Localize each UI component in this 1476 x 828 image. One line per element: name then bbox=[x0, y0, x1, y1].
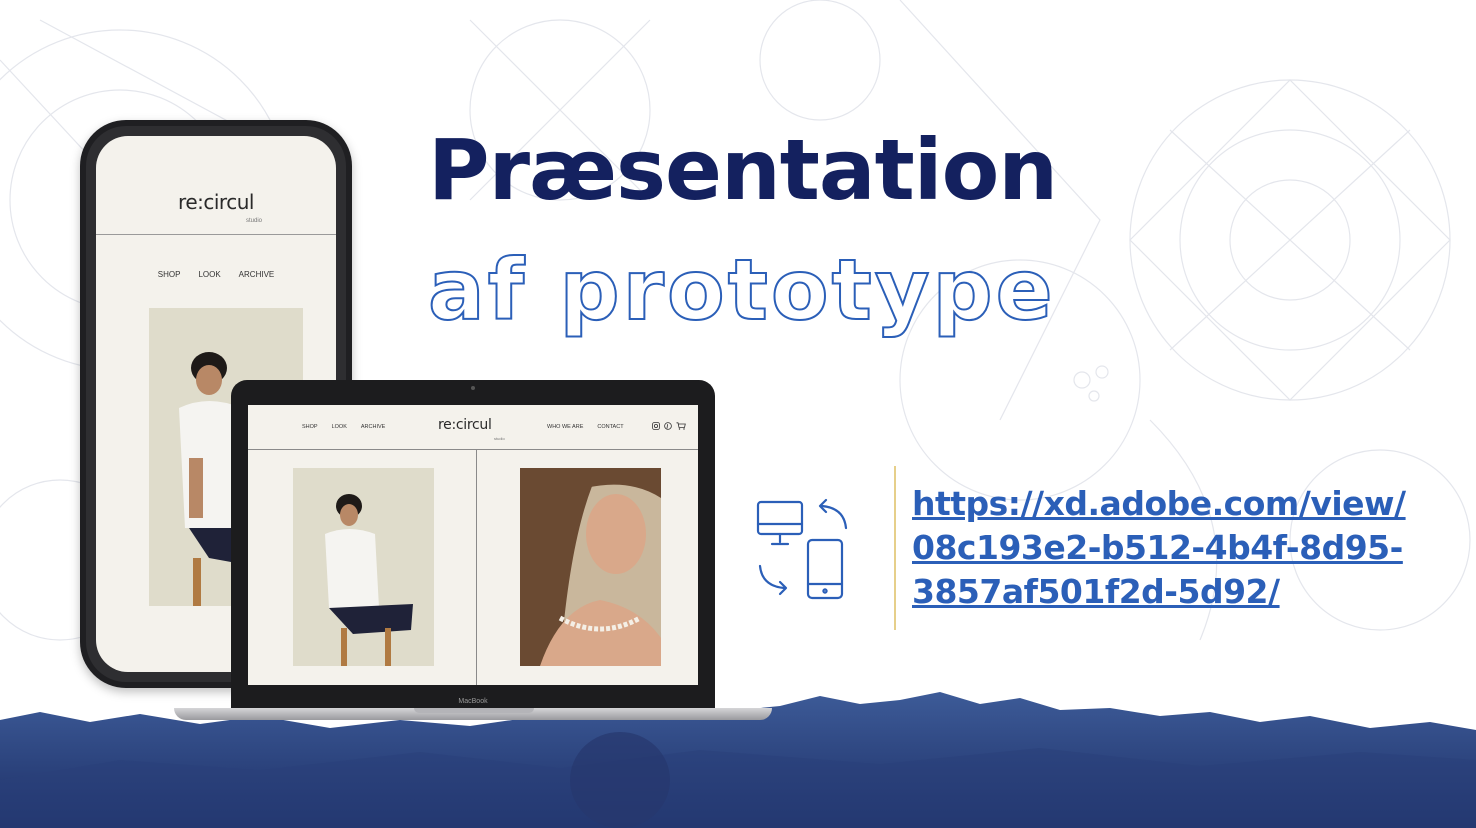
laptop-nav-look[interactable]: LOOK bbox=[332, 424, 347, 430]
laptop-header-divider bbox=[248, 449, 698, 450]
laptop-nav-contact[interactable]: CONTACT bbox=[597, 424, 623, 430]
link-line-1[interactable]: https://xd.adobe.com/view/ bbox=[912, 482, 1452, 526]
laptop-model-photo-woman bbox=[520, 468, 661, 666]
laptop-icon-group bbox=[652, 422, 686, 430]
phone-nav-archive[interactable]: ARCHIVE bbox=[239, 270, 275, 279]
laptop-nav-archive[interactable]: ARCHIVE bbox=[361, 424, 385, 430]
device-sync-icon bbox=[756, 498, 848, 600]
laptop-model-photo-man bbox=[293, 468, 434, 666]
phone-divider bbox=[96, 234, 336, 235]
laptop-camera bbox=[471, 386, 475, 390]
laptop-nav-left: SHOP LOOK ARCHIVE bbox=[302, 424, 385, 430]
laptop-nav-shop[interactable]: SHOP bbox=[302, 424, 318, 430]
link-divider bbox=[894, 466, 896, 630]
laptop-screen: SHOP LOOK ARCHIVE re:circul studio WHO W… bbox=[248, 405, 698, 685]
prototype-link[interactable]: https://xd.adobe.com/view/ 08c193e2-b512… bbox=[912, 482, 1452, 614]
laptop-mockup: SHOP LOOK ARCHIVE re:circul studio WHO W… bbox=[231, 380, 715, 714]
phone-nav-look[interactable]: LOOK bbox=[198, 270, 220, 279]
laptop-nav-who-we-are[interactable]: WHO WE ARE bbox=[547, 424, 583, 430]
phone-nav-shop[interactable]: SHOP bbox=[158, 270, 181, 279]
slide-title: Præsentation bbox=[428, 121, 1058, 219]
phone-brand-logo: re:circul bbox=[178, 190, 254, 214]
slide-subtitle: af prototype bbox=[427, 241, 1056, 339]
instagram-icon[interactable] bbox=[652, 422, 660, 430]
laptop-notch bbox=[414, 708, 534, 713]
laptop-column-divider bbox=[476, 450, 477, 685]
pinterest-icon[interactable] bbox=[664, 422, 672, 430]
laptop-brand-sub: studio bbox=[494, 436, 505, 441]
laptop-chin-label: MacBook bbox=[458, 698, 488, 705]
laptop-nav-right: WHO WE ARE CONTACT bbox=[547, 424, 624, 430]
cart-icon[interactable] bbox=[676, 422, 686, 430]
phone-brand-sub: studio bbox=[246, 218, 263, 224]
link-line-2[interactable]: 08c193e2-b512-4b4f-8d95- bbox=[912, 526, 1452, 570]
laptop-brand-logo: re:circul bbox=[438, 417, 492, 433]
link-line-3[interactable]: 3857af501f2d-5d92/ bbox=[912, 570, 1452, 614]
phone-nav: SHOP LOOK ARCHIVE bbox=[96, 270, 336, 279]
